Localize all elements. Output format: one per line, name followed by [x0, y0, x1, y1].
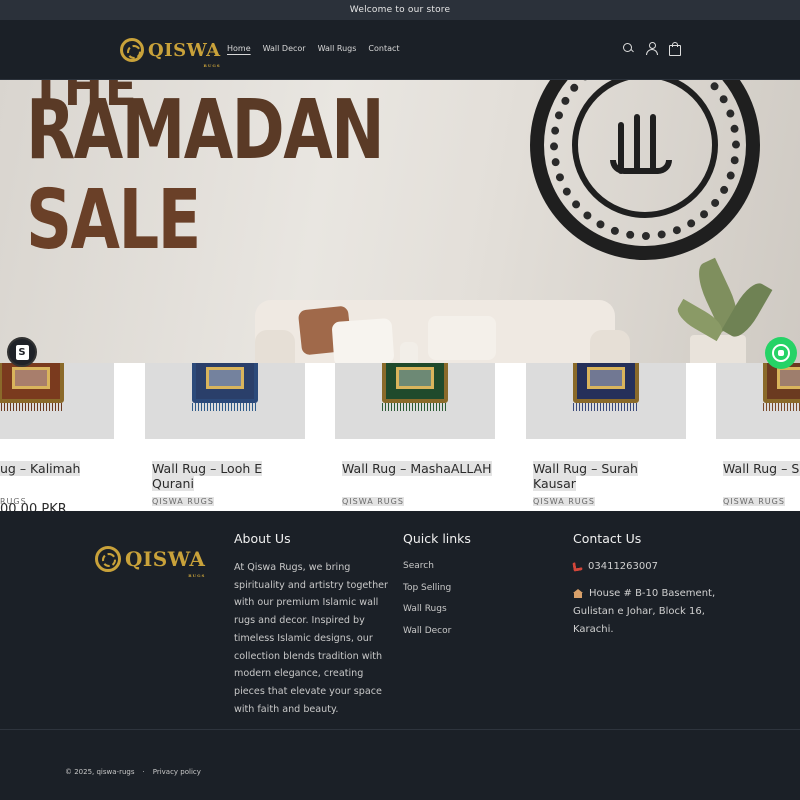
footer-link-wall-decor[interactable]: Wall Decor: [403, 624, 451, 646]
footer-logo[interactable]: QISWA RUGS: [95, 546, 206, 578]
contact-phone[interactable]: 03411263007: [572, 558, 658, 576]
nav-home[interactable]: Home: [227, 44, 251, 53]
product-title[interactable]: ug – Kalimah: [0, 461, 81, 476]
product-card[interactable]: Wall Rug – MashaALLAH QISWA RUGS: [335, 363, 495, 511]
hero-line-2: RAMADAN: [26, 83, 385, 178]
product-title[interactable]: Wall Rug – Su Rehman: [723, 461, 800, 476]
logo-emblem-icon: [95, 546, 121, 572]
product-image[interactable]: [716, 363, 800, 439]
product-card[interactable]: Wall Rug – Surah Kausar QISWA RUGS: [526, 363, 686, 511]
product-vendor: QISWA RUGS: [152, 497, 214, 506]
footer-brand-tagline: RUGS: [188, 573, 206, 578]
product-vendor: QISWA RUGS: [723, 497, 785, 506]
product-vendor: QISWA RUGS: [342, 497, 404, 506]
copyright-bar: © 2025, qiswa-rugs · Privacy policy: [65, 768, 201, 776]
about-heading: About Us: [234, 531, 291, 546]
search-icon[interactable]: [622, 42, 635, 55]
privacy-policy-link[interactable]: Privacy policy: [153, 768, 201, 776]
calligraphy-artwork: [530, 80, 760, 260]
home-icon: [573, 589, 583, 598]
footer-divider: [0, 729, 800, 730]
contact-address: House # B-10 Basement, Gulistan e Johar,…: [573, 585, 743, 639]
product-title[interactable]: Wall Rug – Looh E Qurani: [152, 461, 263, 491]
announcement-text: Welcome to our store: [349, 5, 451, 15]
nav-contact[interactable]: Contact: [368, 44, 399, 53]
brand-tagline: RUGS: [203, 62, 221, 68]
product-image[interactable]: [526, 363, 686, 439]
header-icons: [622, 42, 681, 56]
footer-link-wall-rugs[interactable]: Wall Rugs: [403, 602, 451, 624]
announcement-bar: Welcome to our store: [0, 0, 800, 20]
product-vendor: QISWA RUGS: [533, 497, 595, 506]
brand-name: QISWA: [148, 39, 221, 61]
address-text: House # B-10 Basement, Gulistan e Johar,…: [573, 588, 716, 635]
quick-links-heading: Quick links: [403, 531, 471, 546]
shopify-badge-icon[interactable]: S: [7, 337, 37, 367]
account-icon[interactable]: [645, 42, 658, 55]
product-carousel: ug – Kalimah RUGS 00.00 PKR Wall Rug – L…: [0, 363, 800, 511]
product-image[interactable]: [0, 363, 114, 439]
product-title[interactable]: Wall Rug – MashaALLAH: [342, 461, 492, 476]
product-image[interactable]: [335, 363, 495, 439]
contact-heading: Contact Us: [573, 531, 642, 546]
product-title[interactable]: Wall Rug – Surah Kausar: [533, 461, 638, 491]
whatsapp-icon[interactable]: [765, 337, 797, 369]
hero-line-3: SALE: [26, 173, 201, 268]
brand-logo[interactable]: QISWA RUGS: [120, 38, 221, 68]
product-card[interactable]: Wall Rug – Su Rehman QISWA RUGS: [716, 363, 800, 511]
footer-link-search[interactable]: Search: [403, 559, 451, 581]
main-nav: Home Wall Decor Wall Rugs Contact: [227, 44, 400, 53]
product-image[interactable]: [145, 363, 305, 439]
site-header: QISWA RUGS Home Wall Decor Wall Rugs Con…: [0, 20, 800, 80]
site-footer: QISWA RUGS About Us At Qiswa Rugs, we br…: [0, 511, 800, 800]
about-text: At Qiswa Rugs, we bring spirituality and…: [234, 562, 388, 715]
quick-links-list: Search Top Selling Wall Rugs Wall Decor: [403, 559, 451, 646]
copyright-text: © 2025, qiswa-rugs: [65, 768, 135, 776]
footer-link-top-selling[interactable]: Top Selling: [403, 581, 451, 603]
logo-emblem-icon: [120, 38, 144, 62]
hero-banner[interactable]: THE RAMADAN SALE: [0, 80, 800, 363]
product-card[interactable]: Wall Rug – Looh E Qurani QISWA RUGS: [145, 363, 305, 511]
copyright-separator: ·: [142, 768, 145, 776]
footer-brand-name: QISWA: [125, 547, 206, 571]
plant-image: [690, 335, 746, 363]
cart-icon[interactable]: [668, 42, 681, 56]
nav-wall-decor[interactable]: Wall Decor: [263, 44, 306, 53]
product-card[interactable]: ug – Kalimah RUGS 00.00 PKR: [0, 363, 114, 511]
phone-number[interactable]: 03411263007: [588, 558, 658, 576]
product-price: 00.00 PKR: [0, 502, 67, 511]
nav-wall-rugs[interactable]: Wall Rugs: [318, 44, 357, 53]
phone-icon: [572, 561, 583, 572]
